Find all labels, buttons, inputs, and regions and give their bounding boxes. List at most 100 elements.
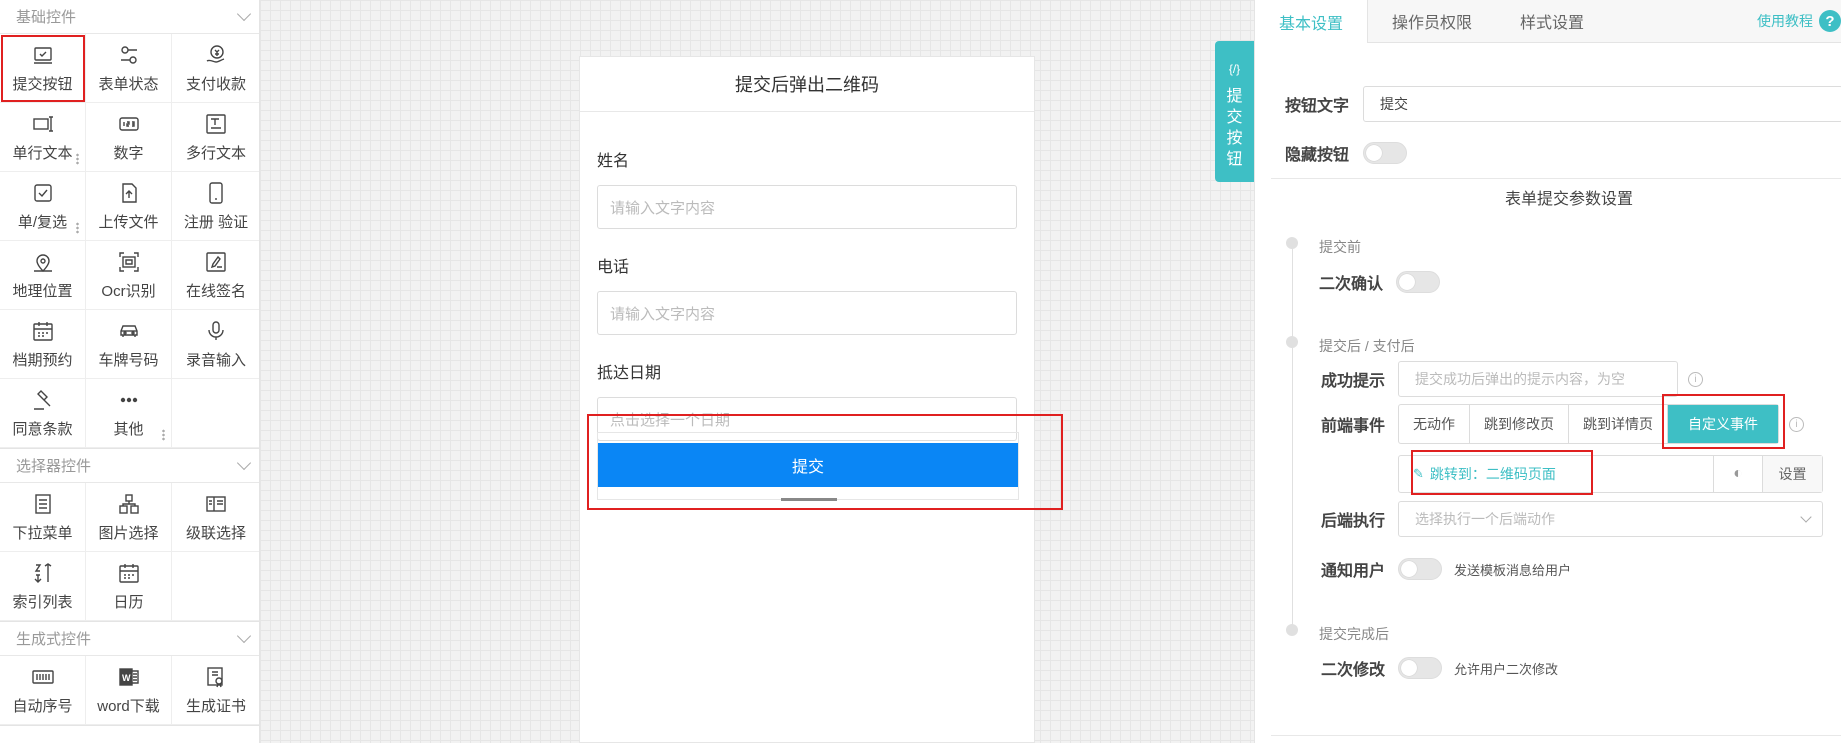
signature-icon <box>206 251 226 272</box>
section-basic-header[interactable]: 基础控件 <box>0 0 259 34</box>
basic-controls-grid: 提交按钮 表单状态 支付收款单行文本 数字 多行文本单/复选 上传文件 注册 验证地理位置 O… <box>0 34 259 449</box>
modify-toggle[interactable] <box>1398 657 1442 679</box>
chevron-down-icon[interactable] <box>236 455 252 470</box>
payment-icon <box>206 44 225 63</box>
notify-toggle[interactable] <box>1398 558 1442 580</box>
palette-item[interactable]: 上传文件 <box>86 172 172 241</box>
button-text-label: 按钮文字 <box>1285 98 1350 115</box>
option-edit-page[interactable]: 跳到修改页 <box>1470 405 1569 443</box>
cascade-icon <box>206 495 226 512</box>
number-icon <box>118 116 139 131</box>
option-detail-page[interactable]: 跳到详情页 <box>1569 405 1668 443</box>
modify-hint: 允许用户二次修改 <box>1454 661 1559 677</box>
option-none[interactable]: 无动作 <box>1399 405 1470 443</box>
single-text-icon <box>32 115 53 132</box>
help-link[interactable]: 使用教程 ? <box>1757 10 1841 32</box>
chevron-down-icon <box>1800 511 1812 523</box>
phone-icon <box>209 181 223 204</box>
confirm-toggle[interactable] <box>1396 271 1440 293</box>
hide-button-toggle[interactable] <box>1363 142 1407 164</box>
timeline-line <box>1292 243 1293 633</box>
palette-item-label: 录音输入 <box>185 351 246 369</box>
palette-item-label: 表单状态 <box>98 75 159 93</box>
side-tab-submit-button[interactable]: {/} 提交按钮 <box>1215 41 1254 182</box>
tab-basic[interactable]: 基本设置 <box>1255 0 1369 43</box>
palette-item[interactable]: 在线签名 <box>172 241 259 310</box>
palette-item-label: 图片选择 <box>98 524 159 542</box>
palette-item[interactable]: 图片选择 <box>86 483 172 552</box>
palette-item[interactable]: 索引列表 <box>0 552 86 621</box>
highlight-box <box>587 414 1063 510</box>
palette-item[interactable]: 日历 <box>86 552 172 621</box>
phone-input[interactable]: 请输入文字内容 <box>597 291 1017 335</box>
tab-operator[interactable]: 操作员权限 <box>1368 0 1496 42</box>
palette-item[interactable]: 级联选择 <box>172 483 259 552</box>
palette-item[interactable]: 生成证书 <box>172 656 259 725</box>
drag-handle-icon[interactable] <box>162 429 165 441</box>
design-canvas: 提交后弹出二维码 姓名 请输入文字内容 电话 请输入文字内容 抵达日期 点击选择… <box>260 0 1254 743</box>
field-phone[interactable]: 电话 请输入文字内容 <box>580 253 1034 335</box>
component-palette: 基础控件 提交按钮 表单状态 支付收款单行文本 数字 多行文本单/复选 上传文件 注册 验证… <box>0 0 260 743</box>
drag-handle-icon[interactable] <box>76 222 79 234</box>
palette-item[interactable]: 其他 <box>86 379 172 448</box>
palette-item[interactable]: 自动序号 <box>0 656 86 725</box>
palette-item[interactable]: 档期预约 <box>0 310 86 379</box>
drag-handle-icon[interactable] <box>76 153 79 165</box>
field-label: 电话 <box>597 259 630 276</box>
name-input[interactable]: 请输入文字内容 <box>597 185 1017 229</box>
empty-cell <box>172 379 259 448</box>
empty-cell <box>172 552 259 621</box>
palette-item-label: 提交按钮 <box>12 75 73 93</box>
backend-select[interactable]: 选择执行一个后端动作 <box>1398 501 1823 537</box>
field-name[interactable]: 姓名 请输入文字内容 <box>580 147 1034 229</box>
palette-item[interactable]: 提交按钮 <box>0 34 86 103</box>
backend-label: 后端执行 <box>1321 513 1386 530</box>
checkbox-icon <box>33 183 52 202</box>
chevron-down-icon[interactable] <box>236 6 252 21</box>
success-input[interactable]: 提交成功后弹出的提示内容，为空 <box>1398 361 1678 397</box>
location-icon <box>33 253 52 272</box>
palette-item[interactable]: 支付收款 <box>172 34 259 103</box>
button-text-input[interactable]: 提交 <box>1363 86 1841 122</box>
upload-icon <box>121 182 137 203</box>
palette-item-label: 车牌号码 <box>98 351 159 369</box>
tab-style[interactable]: 样式设置 <box>1496 0 1608 42</box>
palette-item[interactable]: 表单状态 <box>86 34 172 103</box>
selector-controls-grid: 下拉菜单 图片选择 级联选择索引列表 日历 <box>0 483 259 622</box>
palette-item-label: 多行文本 <box>185 144 246 162</box>
section-generate-header[interactable]: 生成式控件 <box>0 622 259 656</box>
palette-item-label: word下载 <box>97 697 160 715</box>
palette-item[interactable]: Wword下载 <box>86 656 172 725</box>
backend-placeholder: 选择执行一个后端动作 <box>1415 511 1555 527</box>
before-label: 提交前 <box>1319 239 1361 255</box>
settings-button[interactable]: 设置 <box>1762 456 1822 492</box>
divider <box>1271 178 1841 179</box>
complete-label: 提交完成后 <box>1319 626 1389 642</box>
palette-item-label: 注册 验证 <box>183 213 249 231</box>
palette-item-label: 档期预约 <box>12 351 73 369</box>
palette-icon[interactable]: ◐ <box>1713 456 1762 492</box>
sort-icon <box>34 562 51 583</box>
section-selector-header[interactable]: 选择器控件 <box>0 449 259 483</box>
notify-hint: 发送模板消息给用户 <box>1454 562 1572 578</box>
palette-item[interactable]: Ocr识别 <box>86 241 172 310</box>
palette-item[interactable]: 车牌号码 <box>86 310 172 379</box>
palette-item[interactable]: 同意条款 <box>0 379 86 448</box>
palette-item[interactable]: 单/复选 <box>0 172 86 241</box>
microphone-icon <box>208 320 224 340</box>
section-title: 表单提交参数设置 <box>1495 185 1644 209</box>
palette-item[interactable]: 单行文本 <box>0 103 86 172</box>
palette-item[interactable]: 地理位置 <box>0 241 86 310</box>
confirm-label: 二次确认 <box>1319 276 1384 293</box>
palette-item[interactable]: 注册 验证 <box>172 172 259 241</box>
calendar-icon <box>118 563 139 583</box>
svg-text:W: W <box>122 673 131 683</box>
palette-item[interactable]: 多行文本 <box>172 103 259 172</box>
palette-item-label: 单/复选 <box>17 213 68 231</box>
palette-item[interactable]: 数字 <box>86 103 172 172</box>
palette-item[interactable]: 下拉菜单 <box>0 483 86 552</box>
car-icon <box>119 324 138 337</box>
form-title: 提交后弹出二维码 <box>580 57 1034 112</box>
palette-item[interactable]: 录音输入 <box>172 310 259 379</box>
chevron-down-icon[interactable] <box>236 628 252 643</box>
